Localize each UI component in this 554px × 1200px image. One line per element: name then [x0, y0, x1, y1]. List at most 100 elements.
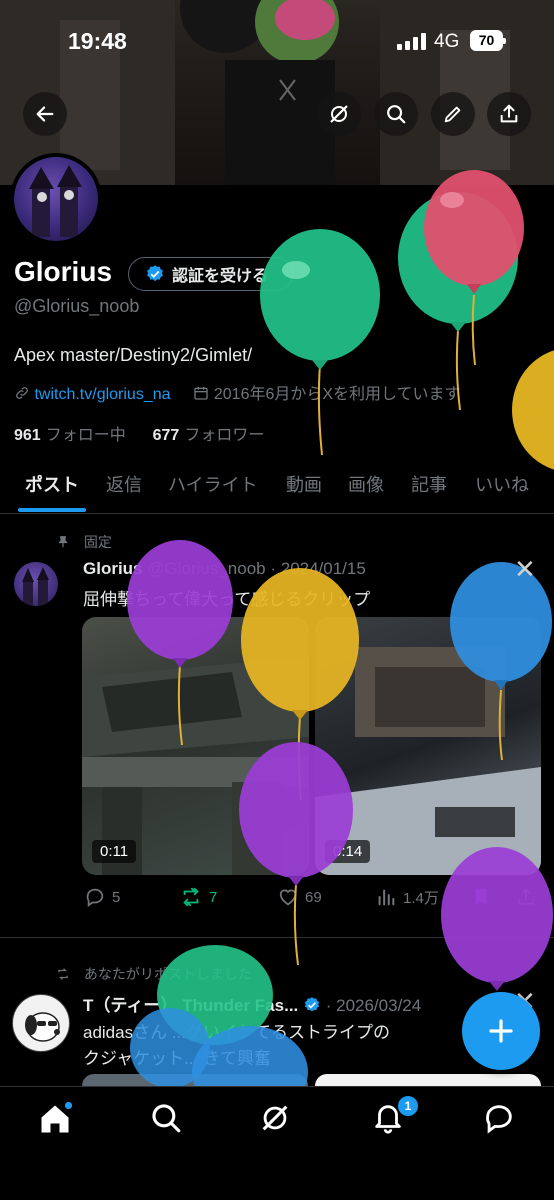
post-author-name[interactable]: Glorius — [83, 559, 143, 578]
repost-author-avatar[interactable] — [12, 994, 70, 1052]
nav-search[interactable] — [149, 1101, 185, 1137]
nav-search-icon — [152, 1104, 181, 1133]
edit-button[interactable] — [431, 92, 475, 136]
status-time: 19:48 — [68, 28, 127, 54]
repost-verified-icon — [304, 997, 320, 1012]
share-post-action[interactable] — [516, 886, 536, 908]
pinned-label: 固定 — [83, 534, 112, 550]
views-action[interactable]: 1.4万 — [375, 886, 439, 908]
repost-text-line2: クジャケット... きて興奮 — [83, 1049, 272, 1068]
following-label: フォロー中 — [45, 427, 126, 444]
post-header: Glorius @Glorius_noob · 2024/01/15 — [83, 559, 366, 579]
verified-badge-icon — [147, 265, 163, 282]
following-link[interactable]: 961 フォロー中 — [14, 427, 126, 444]
post-avatar-image — [22, 567, 49, 606]
video-duration-2: 0:14 — [325, 840, 371, 863]
tab-videos[interactable]: 動画 — [286, 471, 322, 497]
tab-posts[interactable]: ポスト — [25, 471, 79, 497]
get-verified-button[interactable]: 認証を受ける — [128, 257, 293, 291]
repost-header: T（ティー） Thunder Fas... · 2026/03/24 — [83, 991, 421, 1016]
like-count: 69 — [305, 888, 322, 906]
joined-date: 2016年6月からXを利用しています — [213, 386, 461, 403]
get-verified-label: 認証を受ける — [172, 268, 269, 285]
repost-text-line1: adidasさん ...グいイケてるストライプの — [83, 1023, 390, 1042]
tab-images[interactable]: 画像 — [348, 471, 384, 497]
reposted-label: あなたがリポストしました — [83, 966, 252, 982]
tab-articles[interactable]: 記事 — [411, 471, 447, 497]
video-frame-1 — [82, 657, 309, 875]
balloon-red — [424, 170, 524, 366]
calendar-icon — [194, 387, 209, 400]
followers-link[interactable]: 677 フォロワー — [153, 427, 265, 444]
pencil-icon — [444, 106, 461, 123]
bookmark-action[interactable] — [470, 886, 492, 908]
views-icon — [378, 889, 395, 906]
repost-count: 7 — [209, 888, 218, 906]
nav-grok-icon — [262, 1105, 288, 1131]
compose-post-button[interactable] — [462, 992, 540, 1070]
battery-icon: 70 — [470, 30, 506, 51]
repost-meta: · 2026/03/24 — [325, 996, 422, 1015]
profile-handle: @Glorius_noob — [14, 296, 140, 316]
balloon-green-2 — [398, 192, 518, 411]
profile-avatar[interactable] — [10, 153, 102, 245]
search-icon — [387, 105, 406, 124]
messages-icon — [486, 1105, 512, 1134]
snoopy-avatar-image — [25, 1012, 60, 1042]
repost-indicator-icon — [58, 968, 68, 980]
repost-action[interactable]: 7 — [179, 886, 217, 908]
post-author-meta: @Glorius_noob · 2024/01/15 — [147, 559, 366, 578]
view-count: 1.4万 — [403, 889, 439, 907]
repost-indicator: あなたがリポストしました — [54, 964, 252, 984]
post-author-avatar[interactable] — [14, 562, 58, 606]
post-text: 屈伸撃ちって偉大って感じるクリップ — [83, 590, 371, 609]
reply-count: 5 — [112, 888, 121, 906]
active-tab-indicator — [18, 508, 86, 512]
share-button[interactable] — [487, 92, 531, 136]
search-button[interactable] — [374, 92, 418, 136]
pinned-indicator: 固定 — [56, 532, 112, 552]
tab-likes[interactable]: いいね — [475, 471, 529, 497]
profile-tabs: ポスト 返信 ハイライト 動画 画像 記事 いいね — [0, 458, 554, 514]
notifications-badge: 1 — [398, 1096, 418, 1116]
followers-count: 677 — [152, 427, 180, 444]
profile-link[interactable]: twitch.tv/glorius_na — [34, 386, 170, 403]
video-thumbnail-1[interactable]: 0:11 — [82, 617, 309, 875]
tab-highlights[interactable]: ハイライト — [168, 471, 258, 497]
nav-home[interactable] — [37, 1101, 73, 1137]
balloon-yellow-edge — [512, 350, 554, 470]
nav-grok[interactable] — [258, 1101, 294, 1137]
heart-icon — [279, 889, 297, 906]
repost-icon — [183, 887, 199, 907]
reply-icon — [86, 888, 104, 907]
bookmark-icon — [475, 888, 487, 906]
reply-action[interactable]: 5 — [84, 886, 120, 908]
back-arrow-icon — [36, 106, 54, 122]
status-bar: 19:48 4G 70 — [0, 26, 554, 60]
share-post-icon — [518, 888, 534, 905]
network-type: 4G — [434, 31, 460, 52]
following-count: 961 — [14, 427, 41, 444]
video-duration-1: 0:11 — [92, 840, 137, 863]
profile-screen: { "status_bar": {"time": "19:48", "netwo… — [0, 0, 554, 1200]
tab-replies[interactable]: 返信 — [106, 471, 142, 497]
video-thumbnail-2[interactable]: 0:14 — [315, 617, 541, 875]
x-logo-icon-1: ✕ — [514, 554, 536, 584]
repost-author-name[interactable]: T（ティー） Thunder Fas... — [83, 996, 298, 1015]
signal-icon — [397, 33, 427, 50]
grok-icon — [330, 105, 348, 123]
plus-icon — [489, 1019, 513, 1043]
post-divider — [0, 937, 554, 938]
follow-stats: 961 フォロー中 677 フォロワー — [14, 421, 264, 445]
video-frame-2 — [315, 647, 541, 875]
back-button[interactable] — [23, 92, 67, 136]
like-action[interactable]: 69 — [277, 886, 322, 908]
profile-meta: twitch.tv/glorius_na 2016年6月からXを利用しています — [14, 380, 461, 404]
followers-label: フォロワー — [184, 427, 265, 444]
nav-messages[interactable] — [482, 1101, 518, 1137]
link-icon — [16, 387, 28, 399]
profile-name: Glorius — [14, 256, 113, 287]
bottom-navigation — [0, 1086, 554, 1200]
pin-icon — [58, 536, 68, 548]
grok-button[interactable] — [317, 92, 361, 136]
